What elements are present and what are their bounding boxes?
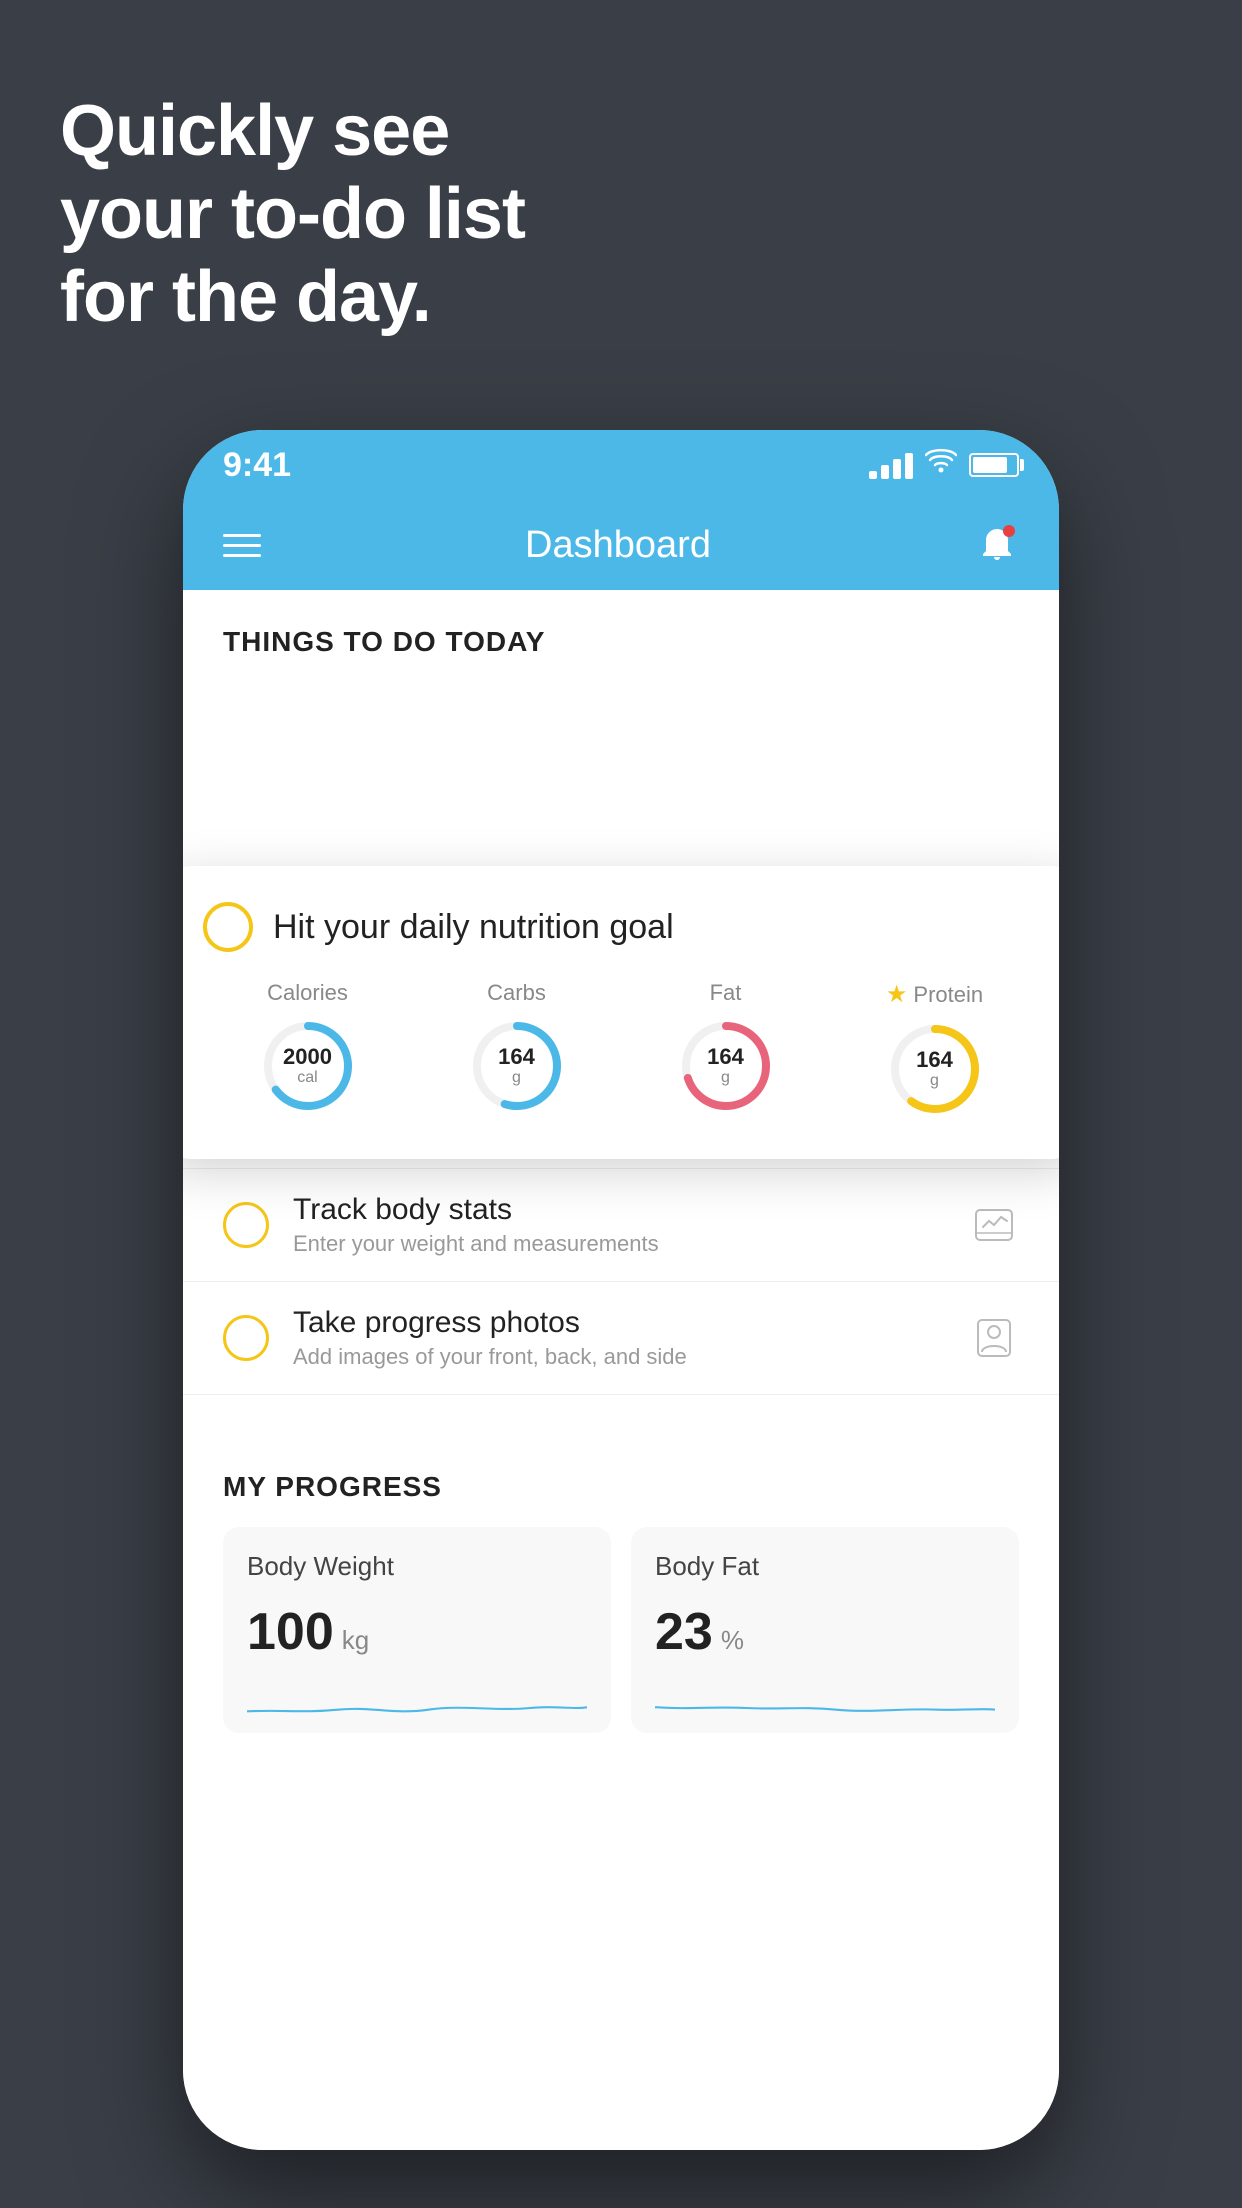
status-bar: 9:41 [183,430,1059,500]
body-weight-title: Body Weight [247,1551,587,1582]
carbs-chart: 164 g [467,1016,567,1116]
body-fat-value: 23 [655,1602,713,1662]
body-weight-sparkline [247,1678,587,1728]
star-icon: ★ [886,980,908,1009]
body-fat-unit: % [721,1625,744,1656]
calories-value: 2000 [283,1045,332,1069]
todo-bodystats-text: Track body stats Enter your weight and m… [293,1193,945,1257]
calories-label: Calories [267,980,348,1006]
protein-unit: g [916,1072,953,1090]
carbs-value: 164 [498,1045,535,1069]
body-fat-title: Body Fat [655,1551,995,1582]
status-icons [869,448,1019,483]
protein-label: Protein [913,982,983,1008]
fat-label: Fat [710,980,742,1006]
calories-unit: cal [283,1069,332,1087]
nav-bar: Dashboard [183,500,1059,590]
body-weight-value: 100 [247,1602,334,1662]
calories-chart: 2000 cal [258,1016,358,1116]
carbs-unit: g [498,1069,535,1087]
body-fat-card: Body Fat 23 % [631,1527,1019,1733]
signal-icon [869,451,913,479]
body-weight-card: Body Weight 100 kg [223,1527,611,1733]
todo-photos-text: Take progress photos Add images of your … [293,1306,945,1370]
todo-circle-photos [223,1315,269,1361]
nutrition-row: Calories 2000 cal [203,980,1039,1119]
person-icon [969,1313,1019,1363]
notification-bell-icon[interactable] [975,523,1019,567]
hero-text: Quickly see your to-do list for the day. [60,90,525,338]
nutrition-fat: Fat 164 g [676,980,776,1116]
phone-content: THINGS TO DO TODAY Hit your daily nutrit… [183,590,1059,2150]
body-fat-sparkline [655,1678,995,1728]
progress-cards: Body Weight 100 kg Body Fat 23 [223,1527,1019,1733]
carbs-label: Carbs [487,980,546,1006]
nutrition-calories: Calories 2000 cal [258,980,358,1116]
progress-section: MY PROGRESS Body Weight 100 kg [183,1435,1059,1763]
todo-photos-subtitle: Add images of your front, back, and side [293,1344,945,1370]
section-header: THINGS TO DO TODAY [183,590,1059,676]
wifi-icon [925,448,957,483]
status-time: 9:41 [223,446,291,485]
todo-item-photos[interactable]: Take progress photos Add images of your … [183,1282,1059,1395]
scale-icon [969,1200,1019,1250]
todo-bodystats-title: Track body stats [293,1193,945,1227]
protein-value: 164 [916,1048,953,1072]
body-weight-unit: kg [342,1625,369,1656]
nutrition-protein: ★ Protein 164 g [885,980,985,1119]
body-fat-value-row: 23 % [655,1602,995,1662]
hamburger-menu[interactable] [223,534,261,557]
nutrition-card-title: Hit your daily nutrition goal [273,908,674,947]
nav-title: Dashboard [525,524,711,567]
todo-circle-bodystats [223,1202,269,1248]
nutrition-carbs: Carbs 164 g [467,980,567,1116]
battery-icon [969,453,1019,477]
body-weight-value-row: 100 kg [247,1602,587,1662]
todo-item-bodystats[interactable]: Track body stats Enter your weight and m… [183,1169,1059,1282]
fat-chart: 164 g [676,1016,776,1116]
protein-label-row: ★ Protein [886,980,983,1009]
fat-value: 164 [707,1045,744,1069]
progress-header: MY PROGRESS [223,1471,1019,1503]
todo-photos-title: Take progress photos [293,1306,945,1340]
todo-bodystats-subtitle: Enter your weight and measurements [293,1231,945,1257]
fat-unit: g [707,1069,744,1087]
protein-chart: 164 g [885,1019,985,1119]
nutrition-card: Hit your daily nutrition goal Calories [183,866,1059,1159]
todo-circle-nutrition [203,902,253,952]
phone-mockup: 9:41 [183,430,1059,2150]
